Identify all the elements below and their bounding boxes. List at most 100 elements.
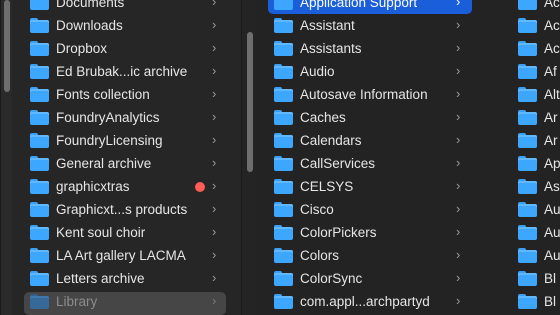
folder-item-au[interactable]: Au› bbox=[512, 221, 560, 244]
folder-label: CELSYS bbox=[300, 179, 354, 194]
folder-label: General archive bbox=[56, 156, 152, 171]
folder-item-ac[interactable]: Ac› bbox=[512, 14, 560, 37]
chevron-right-icon: › bbox=[456, 132, 461, 147]
folder-icon bbox=[30, 294, 49, 309]
chevron-right-icon: › bbox=[456, 63, 461, 78]
chevron-right-icon: › bbox=[456, 86, 461, 101]
folder-label: ColorSync bbox=[300, 271, 363, 286]
folder-icon bbox=[274, 202, 293, 217]
folder-icon bbox=[30, 41, 49, 56]
folder-item-audio[interactable]: Audio › bbox=[256, 60, 512, 83]
chevron-right-icon: › bbox=[212, 0, 217, 9]
column-3-rows: Ac›Ac›Ac›Af›Alt›Ar›Ar›Ap›As›Au›Au›Au›Bl›… bbox=[512, 0, 560, 313]
folder-item-kent-soul-choir[interactable]: Kent soul choir › bbox=[0, 221, 256, 244]
folder-label: CallServices bbox=[300, 156, 376, 171]
folder-item-au[interactable]: Au› bbox=[512, 198, 560, 221]
folder-label: FoundryLicensing bbox=[56, 133, 163, 148]
folder-item-callservices[interactable]: CallServices › bbox=[256, 152, 512, 175]
chevron-right-icon: › bbox=[456, 178, 461, 193]
folder-item-ac[interactable]: Ac› bbox=[512, 0, 560, 14]
folder-icon bbox=[518, 294, 537, 309]
folder-label: Ac bbox=[544, 41, 560, 56]
chevron-right-icon: › bbox=[212, 132, 217, 147]
chevron-right-icon: › bbox=[212, 178, 217, 193]
folder-item-downloads[interactable]: Downloads › bbox=[0, 14, 256, 37]
folder-item-graphicxt-s-products[interactable]: Graphicxt...s products › bbox=[0, 198, 256, 221]
chevron-right-icon: › bbox=[212, 17, 217, 32]
folder-icon bbox=[30, 110, 49, 125]
chevron-right-icon: › bbox=[212, 40, 217, 55]
folder-icon bbox=[274, 41, 293, 56]
folder-item-graphicxtras[interactable]: graphicxtras › bbox=[0, 175, 256, 198]
folder-item-letters-archive[interactable]: Letters archive › bbox=[0, 267, 256, 290]
folder-icon bbox=[518, 248, 537, 263]
folder-label: Documents bbox=[56, 0, 125, 10]
folder-item-library[interactable]: Library › bbox=[0, 290, 256, 315]
folder-item-bl[interactable]: Bl› bbox=[512, 267, 560, 290]
chevron-right-icon: › bbox=[212, 155, 217, 170]
folder-item-celsys[interactable]: CELSYS › bbox=[256, 175, 512, 198]
folder-item-colorsync[interactable]: ColorSync › bbox=[256, 267, 512, 290]
folder-icon bbox=[30, 0, 49, 10]
folder-icon bbox=[518, 225, 537, 240]
folder-item-foundrylicensing[interactable]: FoundryLicensing › bbox=[0, 129, 256, 152]
folder-label: Au bbox=[544, 202, 560, 217]
folder-label: FoundryAnalytics bbox=[56, 110, 160, 125]
folder-label: Downloads bbox=[56, 18, 123, 33]
folder-item-af[interactable]: Af› bbox=[512, 60, 560, 83]
folder-icon bbox=[518, 18, 537, 33]
chevron-right-icon: › bbox=[456, 155, 461, 170]
scrollbar-column-1[interactable] bbox=[241, 0, 256, 315]
folder-icon bbox=[518, 202, 537, 217]
folder-item-fonts-collection[interactable]: Fonts collection › bbox=[0, 83, 256, 106]
folder-icon bbox=[30, 156, 49, 171]
folder-label: Caches bbox=[300, 110, 346, 125]
chevron-right-icon: › bbox=[212, 247, 217, 262]
scrollbar-thumb[interactable] bbox=[247, 32, 253, 172]
folder-item-as[interactable]: As› bbox=[512, 175, 560, 198]
folder-item-dropbox[interactable]: Dropbox › bbox=[0, 37, 256, 60]
folder-icon bbox=[274, 225, 293, 240]
folder-item-bl[interactable]: Bl› bbox=[512, 290, 560, 313]
chevron-right-icon: › bbox=[212, 201, 217, 216]
folder-label: Calendars bbox=[300, 133, 362, 148]
folder-label: As bbox=[544, 179, 560, 194]
folder-item-colorpickers[interactable]: ColorPickers › bbox=[256, 221, 512, 244]
folder-item-assistants[interactable]: Assistants › bbox=[256, 37, 512, 60]
folder-item-general-archive[interactable]: General archive › bbox=[0, 152, 256, 175]
folder-item-com-appl-archpartyd[interactable]: com.appl...archpartyd › bbox=[256, 290, 512, 313]
folder-item-ed-brubak-ic-archive[interactable]: Ed Brubak...ic archive › bbox=[0, 60, 256, 83]
folder-item-ar[interactable]: Ar› bbox=[512, 129, 560, 152]
folder-icon bbox=[274, 18, 293, 33]
folder-label: Application Support bbox=[300, 0, 418, 10]
folder-icon bbox=[274, 156, 293, 171]
folder-label: Fonts collection bbox=[56, 87, 150, 102]
folder-item-colors[interactable]: Colors › bbox=[256, 244, 512, 267]
folder-item-caches[interactable]: Caches › bbox=[256, 106, 512, 129]
folder-item-la-art-gallery-lacma[interactable]: LA Art gallery LACMA › bbox=[0, 244, 256, 267]
folder-item-alt[interactable]: Alt› bbox=[512, 83, 560, 106]
folder-item-assistant[interactable]: Assistant › bbox=[256, 14, 512, 37]
folder-icon bbox=[518, 271, 537, 286]
folder-icon bbox=[518, 133, 537, 148]
folder-item-documents[interactable]: Documents › bbox=[0, 0, 256, 14]
folder-item-ar[interactable]: Ar› bbox=[512, 106, 560, 129]
folder-label: Alt bbox=[544, 87, 560, 102]
folder-label: Assistants bbox=[300, 41, 362, 56]
folder-item-foundryanalytics[interactable]: FoundryAnalytics › bbox=[0, 106, 256, 129]
folder-label: Ed Brubak...ic archive bbox=[56, 64, 188, 79]
folder-item-cisco[interactable]: Cisco › bbox=[256, 198, 512, 221]
folder-label: Ar bbox=[544, 133, 558, 148]
folder-item-application-support[interactable]: Application Support › bbox=[256, 0, 512, 14]
folder-icon bbox=[518, 87, 537, 102]
folder-item-autosave-information[interactable]: Autosave Information › bbox=[256, 83, 512, 106]
folder-item-ap[interactable]: Ap› bbox=[512, 152, 560, 175]
folder-item-calendars[interactable]: Calendars › bbox=[256, 129, 512, 152]
folder-item-ac[interactable]: Ac› bbox=[512, 37, 560, 60]
folder-icon bbox=[518, 41, 537, 56]
folder-label: Bl bbox=[544, 271, 557, 286]
column-2-rows: Application Support › Assistant › Assistants… bbox=[256, 0, 512, 313]
folder-icon bbox=[274, 133, 293, 148]
folder-item-au[interactable]: Au› bbox=[512, 244, 560, 267]
chevron-right-icon: › bbox=[456, 224, 461, 239]
